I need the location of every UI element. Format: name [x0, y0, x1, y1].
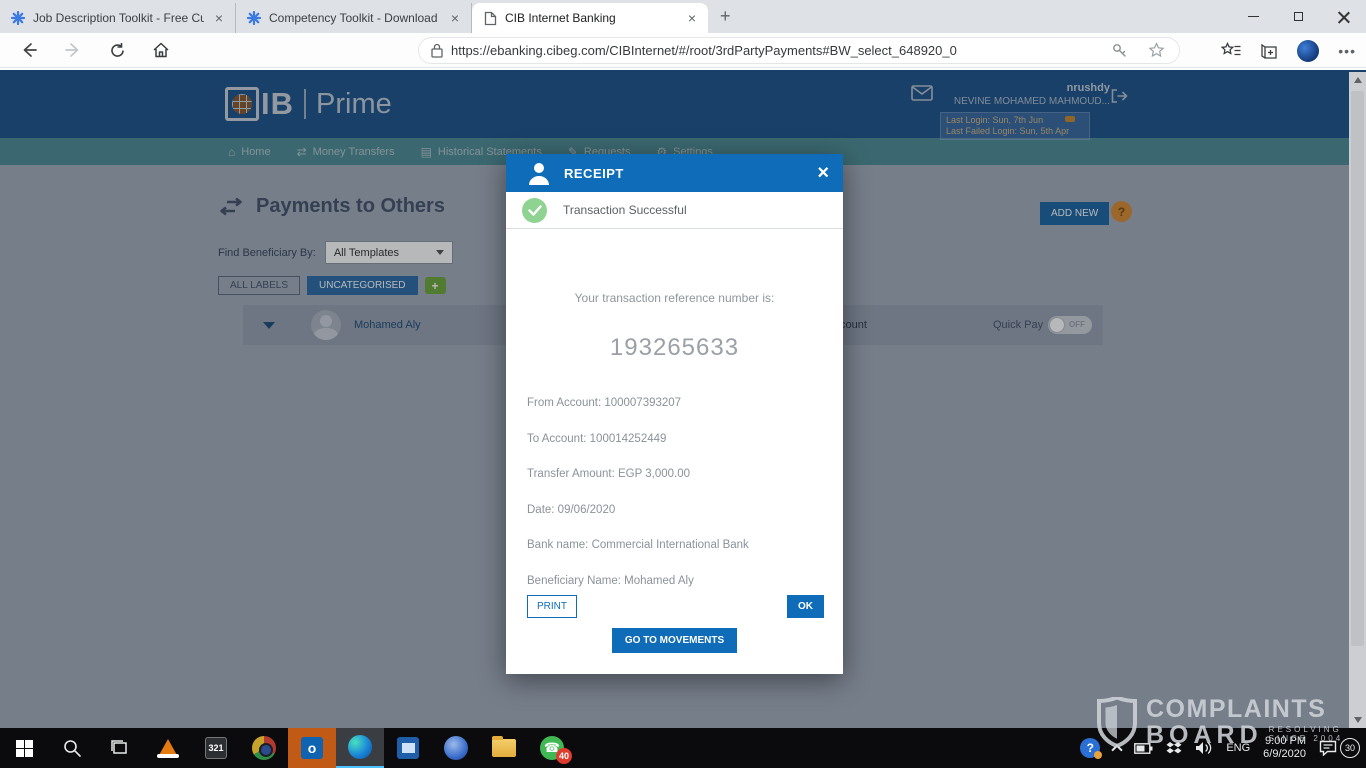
start-button[interactable] — [0, 728, 48, 768]
page-favicon-icon — [482, 10, 498, 26]
tab-cib-internet-banking[interactable]: CIB Internet Banking × — [472, 3, 708, 33]
receipt-detail-amount: Transfer Amount: EGP 3,000.00 — [527, 468, 691, 480]
vlc-cone-icon — [157, 739, 179, 758]
add-favorite-star-icon[interactable] — [1148, 42, 1165, 59]
language-indicator[interactable]: ENG — [1226, 742, 1250, 754]
back-button[interactable] — [14, 35, 44, 65]
receipt-detail-bank-name: Bank name: Commercial International Bank — [527, 539, 749, 551]
tab-competency-toolkit[interactable]: Competency Toolkit - Download × — [236, 3, 472, 33]
scroll-up-icon[interactable] — [1353, 77, 1362, 83]
status-row: Transaction Successful — [506, 192, 843, 229]
tab-close-icon[interactable]: × — [447, 10, 463, 26]
taskbar-search-button[interactable] — [48, 728, 96, 768]
taskbar: 321 o ☎ 40 ? ENG 9:00 PM 6/9/2020 30 — [0, 728, 1366, 768]
tab-title: Job Description Toolkit - Free Cu — [33, 11, 204, 25]
chrome-taskbar-icon[interactable] — [240, 728, 288, 768]
new-tab-button[interactable]: + — [708, 6, 743, 33]
ok-button[interactable]: OK — [787, 595, 824, 618]
tab-title: CIB Internet Banking — [505, 11, 616, 25]
toolbar-right-icons: ••• — [1221, 33, 1356, 68]
status-text: Transaction Successful — [563, 203, 687, 217]
browser-toolbar: https://ebanking.cibeg.com/CIBInternet/#… — [0, 33, 1366, 68]
asterisk-favicon-icon — [246, 10, 262, 26]
tab-close-icon[interactable]: × — [684, 10, 700, 26]
vlc-taskbar-icon[interactable] — [144, 728, 192, 768]
modal-title: RECEIPT — [564, 165, 624, 181]
reference-number: 193265633 — [609, 334, 740, 361]
receipt-detail-to-account: To Account: 100014252449 — [527, 433, 667, 445]
outlook-taskbar-icon[interactable]: o — [288, 728, 336, 768]
modal-header: RECEIPT × — [506, 154, 843, 192]
tab-title: Competency Toolkit - Download — [269, 11, 438, 25]
mpc-321-icon: 321 — [205, 737, 227, 759]
time-text: 9:00 PM — [1265, 735, 1306, 747]
scroll-down-icon[interactable] — [1353, 717, 1362, 723]
movies-tv-taskbar-icon[interactable] — [384, 728, 432, 768]
outlook-icon: o — [301, 737, 323, 759]
screen: Job Description Toolkit - Free Cu × Comp… — [0, 0, 1366, 768]
restore-icon — [1294, 10, 1308, 21]
media-player-taskbar-icon[interactable]: 321 — [192, 728, 240, 768]
notification-count-badge: 30 — [1340, 738, 1360, 758]
tray-help-icon[interactable]: ? — [1080, 738, 1103, 759]
success-check-icon — [522, 197, 547, 223]
receipt-detail-date: Date: 09/06/2020 — [527, 504, 616, 516]
collections-icon[interactable] — [1260, 42, 1278, 60]
asterisk-favicon-icon — [10, 10, 26, 26]
modal-close-icon[interactable]: × — [817, 163, 829, 183]
tab-close-icon[interactable]: × — [211, 10, 227, 26]
lock-icon — [431, 43, 443, 58]
task-view-button[interactable] — [96, 728, 144, 768]
edge-icon — [348, 735, 372, 759]
notification-center[interactable]: 30 — [1319, 738, 1360, 758]
blue-app-icon — [444, 736, 468, 760]
minimize-button[interactable] — [1231, 0, 1276, 33]
window-controls — [1231, 0, 1366, 33]
file-explorer-taskbar-icon[interactable] — [480, 728, 528, 768]
favorites-bar-icon[interactable] — [1221, 41, 1241, 60]
address-bar[interactable]: https://ebanking.cibeg.com/CIBInternet/#… — [418, 37, 1180, 64]
clock[interactable]: 9:00 PM 6/9/2020 — [1263, 735, 1306, 761]
scrollbar-thumb[interactable] — [1351, 91, 1364, 646]
forward-button[interactable] — [58, 35, 88, 65]
receipt-detail-from-account: From Account: 100007393207 — [527, 397, 682, 409]
web-page: IB Prime nrushdy NEVINE MOHAMED MAHMOUD.… — [0, 68, 1366, 728]
volume-icon[interactable] — [1195, 741, 1213, 755]
password-key-icon[interactable] — [1111, 42, 1128, 59]
refresh-button[interactable] — [102, 35, 132, 65]
print-button[interactable]: PRINT — [527, 595, 577, 618]
minimize-icon — [1248, 16, 1259, 17]
chrome-icon — [252, 736, 276, 760]
restore-button[interactable] — [1276, 0, 1321, 33]
settings-menu-icon[interactable]: ••• — [1338, 43, 1356, 59]
person-icon — [528, 161, 550, 185]
profile-avatar[interactable] — [1297, 39, 1320, 62]
system-tray: ? ENG 9:00 PM 6/9/2020 30 — [1080, 728, 1360, 768]
tray-chevron-up-icon[interactable] — [1111, 744, 1123, 756]
edge-taskbar-icon[interactable] — [336, 728, 384, 768]
home-button[interactable] — [146, 35, 176, 65]
url-text[interactable]: https://ebanking.cibeg.com/CIBInternet/#… — [451, 43, 1111, 58]
receipt-modal: RECEIPT × Transaction Successful Your tr… — [506, 154, 843, 674]
close-icon — [1338, 11, 1350, 23]
page-scrollbar[interactable] — [1349, 72, 1366, 728]
movies-tv-icon — [397, 737, 419, 759]
reference-label: Your transaction reference number is: — [574, 291, 775, 305]
tab-job-description-toolkit[interactable]: Job Description Toolkit - Free Cu × — [0, 3, 236, 33]
windows-logo-icon — [15, 739, 33, 757]
folder-icon — [492, 736, 516, 757]
blue-app-taskbar-icon[interactable] — [432, 728, 480, 768]
close-window-button[interactable] — [1321, 0, 1366, 33]
battery-icon[interactable] — [1134, 742, 1153, 754]
dropbox-icon[interactable] — [1166, 741, 1182, 755]
date-text: 6/9/2020 — [1263, 748, 1306, 760]
go-to-movements-button[interactable]: GO TO MOVEMENTS — [611, 628, 738, 653]
whatsapp-taskbar-icon[interactable]: ☎ 40 — [528, 728, 576, 768]
receipt-detail-beneficiary-name: Beneficiary Name: Mohamed Aly — [527, 575, 694, 587]
browser-tab-bar: Job Description Toolkit - Free Cu × Comp… — [0, 0, 1366, 33]
whatsapp-badge: 40 — [555, 748, 572, 764]
